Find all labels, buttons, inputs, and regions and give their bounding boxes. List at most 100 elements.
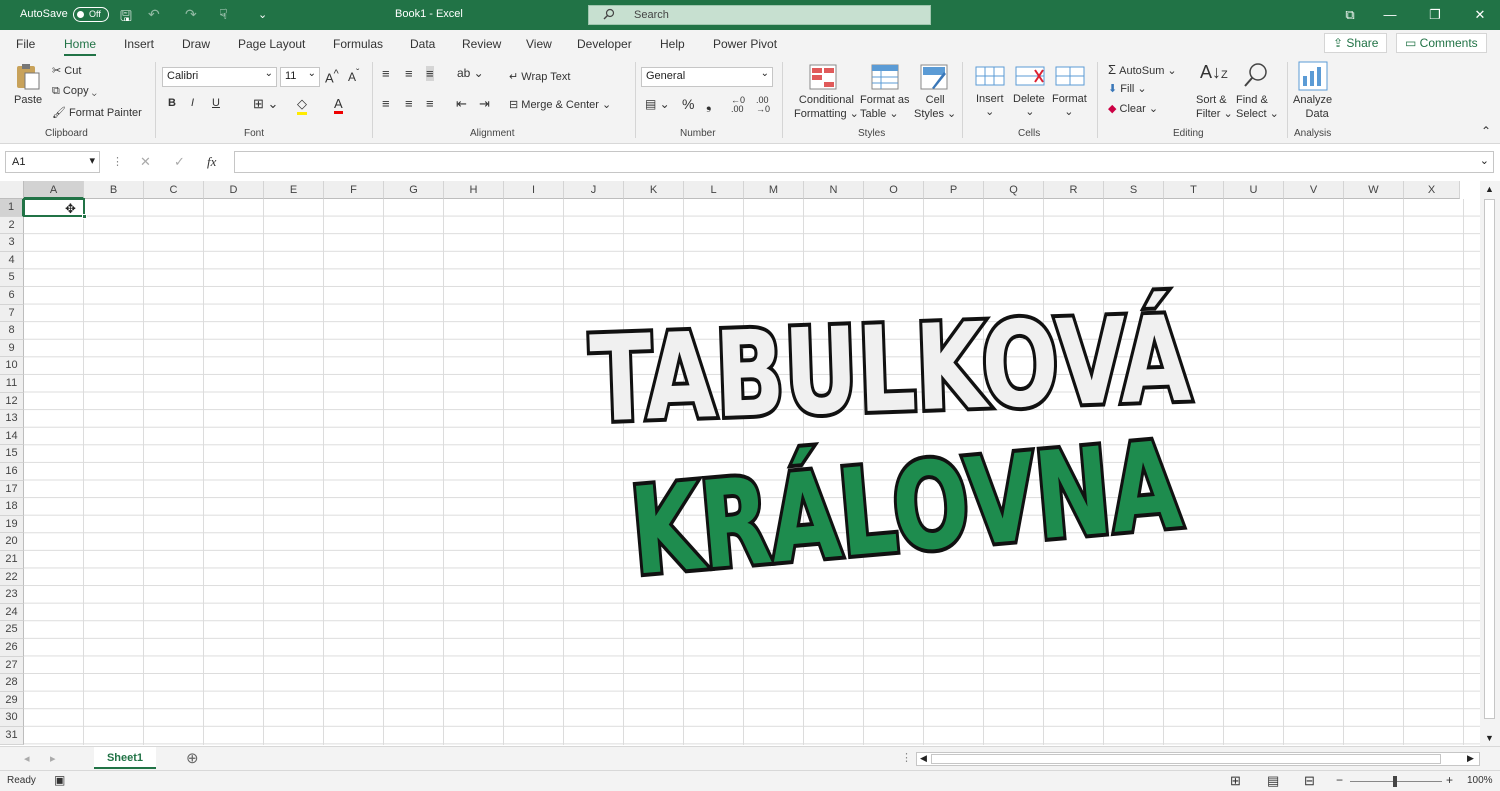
sheet-tab-sheet1[interactable]: Sheet1 (94, 747, 156, 769)
fill-button[interactable]: ⬇ Fill ⌄ (1108, 82, 1147, 95)
row-header[interactable]: 4 (0, 251, 24, 270)
column-header[interactable]: F (324, 181, 384, 199)
row-header[interactable]: 5 (0, 269, 24, 287)
column-header[interactable]: S (1104, 181, 1164, 199)
row-header[interactable]: 14 (0, 427, 24, 446)
conditional-formatting-icon[interactable] (809, 64, 837, 90)
zoom-level[interactable]: 100% (1467, 775, 1493, 786)
align-right-icon[interactable]: ≡ (426, 96, 434, 111)
column-header[interactable]: U (1224, 181, 1284, 199)
row-header[interactable]: 27 (0, 656, 24, 675)
decrease-indent-icon[interactable]: ⇤ (456, 96, 467, 112)
split-handle-icon[interactable]: ⋮ (901, 751, 912, 764)
column-header[interactable]: H (444, 181, 504, 199)
tab-draw[interactable]: Draw (182, 37, 210, 51)
row-header[interactable]: 15 (0, 445, 24, 463)
cut-button[interactable]: ✂ Cut (52, 64, 81, 77)
row-header[interactable]: 19 (0, 515, 24, 534)
undo-icon[interactable]: ↶ (148, 6, 160, 23)
row-header[interactable]: 7 (0, 304, 24, 323)
page-break-view-icon[interactable]: ⊟ (1304, 773, 1315, 789)
align-center-icon[interactable]: ≡ (405, 96, 413, 111)
bold-button[interactable]: B (168, 97, 176, 109)
share-button[interactable]: ⇪ Share (1324, 33, 1388, 53)
zoom-out-icon[interactable]: − (1336, 773, 1343, 787)
format-painter-button[interactable]: 🖌 Format Painter (52, 106, 142, 119)
scroll-left-icon[interactable]: ◀ (920, 753, 927, 764)
column-header[interactable]: C (144, 181, 204, 199)
sort-filter-icon[interactable]: A↓Z (1200, 62, 1228, 83)
zoom-in-icon[interactable]: + (1446, 773, 1453, 787)
number-format-select[interactable]: General (641, 67, 773, 87)
row-header[interactable]: 24 (0, 603, 24, 622)
column-header[interactable]: M (744, 181, 804, 199)
row-header[interactable]: 23 (0, 586, 24, 604)
copy-button[interactable]: ⧉ Copy ⌄ (52, 85, 97, 98)
column-header[interactable]: V (1284, 181, 1344, 199)
formula-input[interactable]: ⌄ (234, 151, 1494, 173)
insert-button[interactable]: Insert ⌄ (976, 93, 1004, 118)
column-header[interactable]: I (504, 181, 564, 199)
customize-qat-icon[interactable]: ⌄ (258, 8, 267, 21)
align-top-icon[interactable]: ≡ (382, 66, 390, 81)
italic-button[interactable]: I (191, 97, 194, 109)
macro-record-icon[interactable]: ▣ (54, 773, 65, 787)
comma-style-icon[interactable]: ❟ (706, 96, 712, 113)
close-icon[interactable]: ✕ (1465, 4, 1495, 26)
row-header[interactable]: 22 (0, 568, 24, 587)
conditional-formatting-button[interactable]: Conditional Formatting ⌄ (794, 93, 859, 121)
row-header[interactable]: 30 (0, 709, 24, 727)
tab-review[interactable]: Review (462, 37, 501, 51)
scroll-up-icon[interactable]: ▲ (1485, 184, 1494, 194)
prev-sheet-icon[interactable]: ◂ (24, 752, 30, 765)
merge-center-button[interactable]: ⊟ Merge & Center ⌄ (509, 98, 611, 111)
scroll-right-icon[interactable]: ▶ (1467, 753, 1474, 764)
format-cells-icon[interactable] (1055, 64, 1085, 88)
new-sheet-icon[interactable]: ⊕ (186, 749, 199, 767)
row-header[interactable]: 2 (0, 216, 24, 235)
fill-color-icon[interactable]: ◇ (297, 96, 307, 115)
insert-cells-icon[interactable] (975, 64, 1005, 88)
row-header[interactable]: 9 (0, 339, 24, 358)
next-sheet-icon[interactable]: ▸ (50, 752, 56, 765)
row-header[interactable]: 1 (0, 199, 24, 217)
paste-icon[interactable] (13, 62, 43, 92)
active-cell-a1[interactable]: ✥ (23, 198, 87, 219)
percent-icon[interactable]: % (682, 96, 694, 112)
align-bottom-icon[interactable]: ≡ (426, 66, 434, 81)
collapse-ribbon-icon[interactable]: ⌃ (1481, 124, 1491, 138)
vertical-scrollbar[interactable]: ▲ ▼ (1480, 181, 1500, 747)
redo-icon[interactable]: ↷ (185, 6, 197, 23)
delete-cells-icon[interactable] (1015, 64, 1045, 88)
select-all-corner[interactable] (0, 181, 24, 199)
column-header[interactable]: P (924, 181, 984, 199)
shrink-font-icon[interactable]: Aˇ (348, 68, 359, 84)
format-as-table-icon[interactable] (871, 64, 899, 90)
column-header[interactable]: E (264, 181, 324, 199)
tab-insert[interactable]: Insert (124, 37, 154, 51)
row-header[interactable]: 25 (0, 621, 24, 639)
enter-icon[interactable]: ✓ (174, 154, 185, 170)
horizontal-scrollbar[interactable]: ◀ ▶ (916, 752, 1480, 766)
autosave-toggle[interactable]: Off (73, 7, 109, 22)
grow-font-icon[interactable]: A^ (325, 68, 339, 85)
column-header[interactable]: A (24, 181, 84, 199)
autosum-button[interactable]: Σ AutoSum ⌄ (1108, 62, 1177, 77)
format-as-table-button[interactable]: Format as Table ⌄ (860, 93, 910, 121)
analyze-data-button[interactable]: Analyze Data (1293, 93, 1332, 121)
column-header[interactable]: K (624, 181, 684, 199)
row-header[interactable]: 16 (0, 463, 24, 481)
find-select-icon[interactable] (1243, 62, 1269, 88)
row-header[interactable]: 10 (0, 357, 24, 375)
align-left-icon[interactable]: ≡ (382, 96, 390, 111)
search-box[interactable]: Search (588, 5, 931, 25)
expand-formula-icon[interactable]: ⌄ (1480, 154, 1489, 167)
column-header[interactable]: T (1164, 181, 1224, 199)
row-header[interactable]: 28 (0, 674, 24, 692)
cell-styles-button[interactable]: Cell Styles ⌄ (914, 93, 956, 121)
save-icon[interactable]: 🖫 (120, 6, 132, 30)
cancel-icon[interactable]: ✕ (140, 154, 151, 170)
increase-decimal-icon[interactable]: ←0.00 (731, 96, 745, 114)
row-header[interactable]: 13 (0, 410, 24, 428)
paste-button[interactable]: Paste (14, 94, 42, 106)
